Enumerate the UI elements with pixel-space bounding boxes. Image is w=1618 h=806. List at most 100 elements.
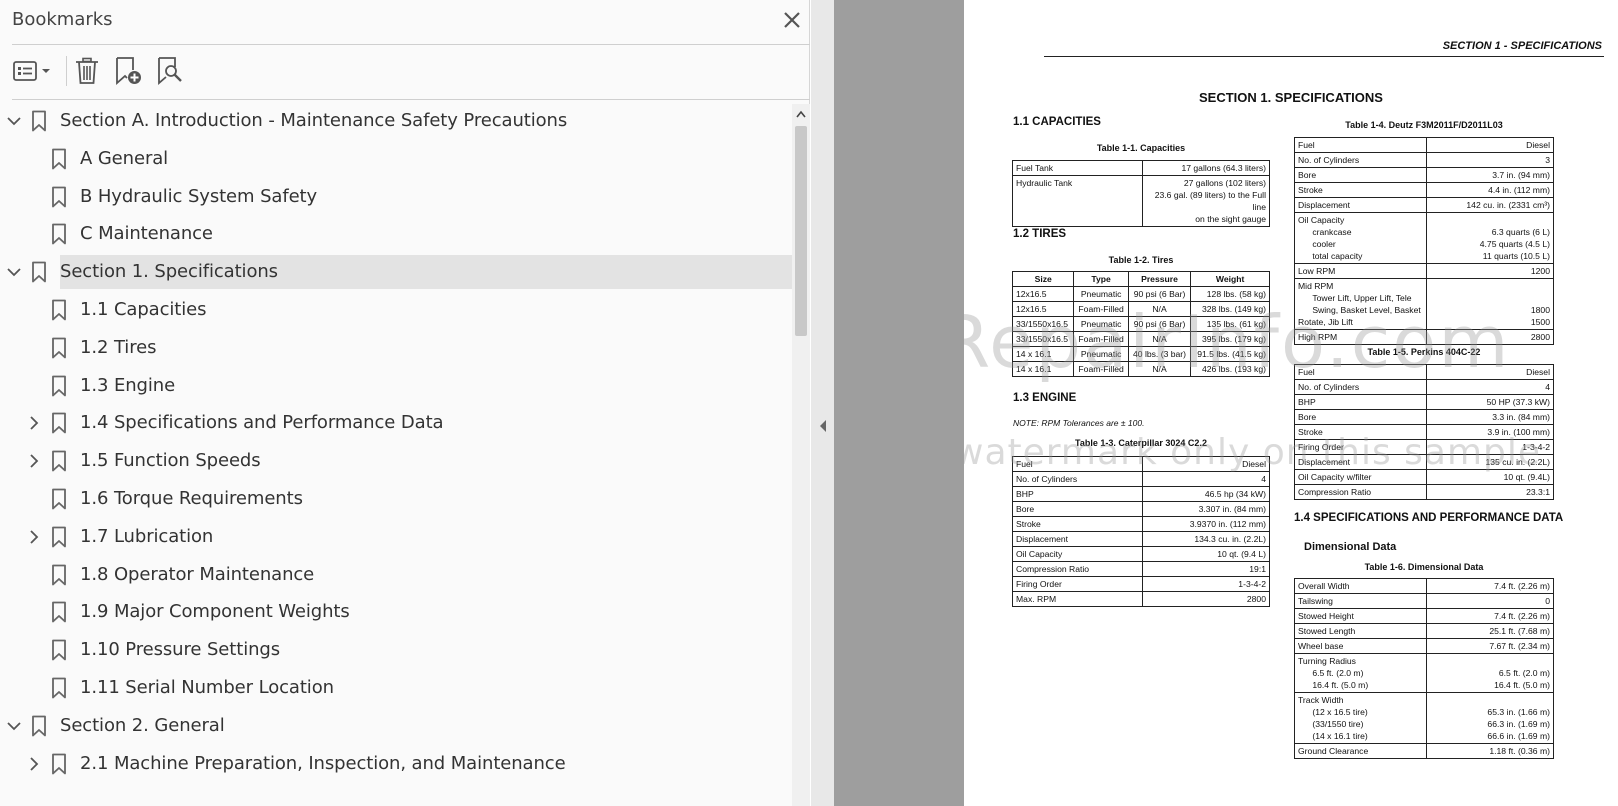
header-divider xyxy=(12,44,810,45)
bookmark-label: Section 1. Specifications xyxy=(60,261,278,283)
bookmark-item[interactable]: A General xyxy=(0,142,800,176)
trash-icon xyxy=(76,57,98,84)
table-row: Bore 3.3 in. (84 mm) xyxy=(1294,409,1554,425)
bookmark-item[interactable]: 1.4 Specifications and Performance Data xyxy=(0,406,800,440)
close-panel-button[interactable] xyxy=(778,6,806,34)
table-cell-label: Stowed Height xyxy=(1294,608,1427,624)
bookmark-item[interactable]: 2.1 Machine Preparation, Inspection, and… xyxy=(0,747,800,781)
bookmark-item[interactable]: 1.9 Major Component Weights xyxy=(0,595,800,629)
table-cell: 395 lbs. (179 kg) xyxy=(1190,331,1270,347)
table-cell-value: 2800 xyxy=(1426,329,1554,345)
table-row: Turning Radius 6.5 ft. (2.0 m) 16.4 ft. … xyxy=(1294,653,1554,693)
bookmark-item[interactable]: Section 1. Specifications xyxy=(0,255,800,290)
table-cell: Pneumatic xyxy=(1073,346,1129,362)
caption-table-1-3: Table 1-3. Caterpillar 3024 C2.2 xyxy=(1075,438,1207,448)
table-cell-label: Bore xyxy=(1294,409,1427,425)
table-cell-label: No. of Cylinders xyxy=(1294,152,1427,168)
bookmark-icon xyxy=(52,148,66,170)
table-row: Max. RPM 2800 xyxy=(1012,591,1270,607)
table-cell: N/A xyxy=(1127,361,1192,377)
table-row: Displacement 134.3 cu. in. (2.2L) xyxy=(1012,531,1270,547)
table-cell: 12x16.5 xyxy=(1011,286,1075,302)
table-cell-label: Fuel xyxy=(1294,364,1427,380)
table-cell-value: 142 cu. in. (2331 cm³) xyxy=(1426,197,1554,213)
table-cell-value: 3 xyxy=(1426,152,1554,168)
options-menu-button[interactable] xyxy=(10,54,56,88)
caption-table-1-6: Table 1-6. Dimensional Data xyxy=(1364,562,1484,572)
bookmark-item[interactable]: 1.7 Lubrication xyxy=(0,520,800,554)
delete-bookmark-button[interactable] xyxy=(72,54,102,88)
collapse-panel-icon[interactable] xyxy=(817,418,829,434)
bookmark-item[interactable]: 1.8 Operator Maintenance xyxy=(0,558,800,592)
bookmarks-scrollbar[interactable] xyxy=(792,104,810,806)
table-cell-label: Hydraulic Tank xyxy=(1012,175,1143,227)
panel-splitter[interactable] xyxy=(811,0,834,806)
heading-capacities: 1.1 CAPACITIES xyxy=(1013,116,1101,128)
chevron-down-icon[interactable] xyxy=(6,718,22,734)
table-cell-label: Track Width (12 x 16.5 tire) (33/1550 ti… xyxy=(1294,692,1427,744)
bookmark-item[interactable]: B Hydraulic System Safety xyxy=(0,180,800,214)
chevron-right-icon[interactable] xyxy=(26,529,42,545)
chevron-right-icon[interactable] xyxy=(26,453,42,469)
table-row: No. of Cylinders 4 xyxy=(1012,471,1270,487)
table-cell-label: Fuel xyxy=(1294,137,1427,153)
table-cell-label: Turning Radius 6.5 ft. (2.0 m) 16.4 ft. … xyxy=(1294,653,1427,693)
table-row: Track Width (12 x 16.5 tire) (33/1550 ti… xyxy=(1294,692,1554,744)
header-rule xyxy=(1044,56,1604,57)
table-cell-value: 7.67 ft. (2.34 m) xyxy=(1426,638,1554,654)
bookmark-item[interactable]: 1.5 Function Speeds xyxy=(0,444,800,478)
bookmark-item[interactable]: 1.3 Engine xyxy=(0,369,800,403)
table-row: Mid RPM Tower Lift, Upper Lift, Tele Swi… xyxy=(1294,278,1554,330)
bookmark-icon xyxy=(32,110,46,132)
close-icon xyxy=(784,12,800,28)
bookmark-label: 1.8 Operator Maintenance xyxy=(80,563,315,585)
bookmark-item[interactable]: 1.1 Capacities xyxy=(0,293,800,327)
table-row: 33/1550x16.5 Pneumatic 90 psi (6 Bar) 135 l… xyxy=(1011,316,1270,332)
table-cell-label: Bore xyxy=(1012,501,1143,517)
bookmark-label: 1.6 Torque Requirements xyxy=(80,488,303,509)
table-caterpillar: Fuel Diesel No. of Cylinders 4 BHP 46.5 hp (3… xyxy=(1012,456,1270,607)
chevron-right-icon[interactable] xyxy=(26,756,42,772)
table-cell-label: Stroke xyxy=(1294,182,1427,198)
table-cell-label: Wheel base xyxy=(1294,638,1427,654)
bookmark-item[interactable]: 1.6 Torque Requirements xyxy=(0,482,800,516)
chevron-right-icon[interactable] xyxy=(26,415,42,431)
find-bookmark-button[interactable] xyxy=(154,54,186,88)
bookmark-item[interactable]: Section 2. General xyxy=(0,709,800,743)
table-header-cell: Size xyxy=(1011,271,1075,287)
bookmark-label: Section A. Introduction - Maintenance Sa… xyxy=(60,110,568,131)
add-bookmark-button[interactable] xyxy=(112,54,144,88)
table-row: Tailswing 0 xyxy=(1294,593,1554,609)
table-cell-value: 6.3 quarts (6 L) 4.75 quarts (4.5 L) 11 qu… xyxy=(1426,212,1554,264)
table-cell-value: 0 xyxy=(1426,593,1554,609)
table-cell: 33/1550x16.5 xyxy=(1011,331,1075,347)
scroll-up-button[interactable] xyxy=(792,104,810,124)
table-row: Bore 3.7 in. (94 mm) xyxy=(1294,167,1554,183)
table-header-row: Size Type Pressure Weight xyxy=(1011,271,1270,287)
bookmark-item[interactable]: 1.11 Serial Number Location xyxy=(0,671,800,705)
bookmark-icon xyxy=(52,375,66,396)
bookmark-label: A General xyxy=(80,147,169,169)
heading-engine: 1.3 ENGINE xyxy=(1013,392,1077,404)
table-cell-value: 134.3 cu. in. (2.2L) xyxy=(1142,531,1270,547)
running-head: SECTION 1 - SPECIFICATIONS xyxy=(1442,40,1602,52)
table-cell-value: 1800 1500 xyxy=(1426,278,1554,330)
table-cell-label: Firing Order xyxy=(1012,576,1143,592)
table-cell-value: 25.1 ft. (7.68 m) xyxy=(1426,623,1554,639)
table-cell-value: 4.4 in. (112 mm) xyxy=(1426,182,1554,198)
table-row: No. of Cylinders 3 xyxy=(1294,152,1554,168)
scroll-thumb[interactable] xyxy=(795,126,807,336)
toolbar-divider xyxy=(12,99,810,100)
table-cell-value: Diesel xyxy=(1426,137,1554,153)
bookmark-item[interactable]: Section A. Introduction - Maintenance Sa… xyxy=(0,104,800,138)
table-row: Fuel Tank 17 gallons (64.3 liters) xyxy=(1012,160,1270,176)
chevron-down-icon[interactable] xyxy=(6,264,22,280)
table-cell-value: 4 xyxy=(1142,471,1270,487)
document-background xyxy=(834,0,964,806)
bookmark-item[interactable]: 1.2 Tires xyxy=(0,331,800,365)
table-cell-label: Fuel Tank xyxy=(1012,160,1143,176)
chevron-down-icon[interactable] xyxy=(6,113,22,129)
bookmark-item[interactable]: C Maintenance xyxy=(0,217,800,251)
bookmark-item[interactable]: 1.10 Pressure Settings xyxy=(0,633,800,667)
caption-table-1-1: Table 1-1. Capacities xyxy=(1096,143,1186,153)
